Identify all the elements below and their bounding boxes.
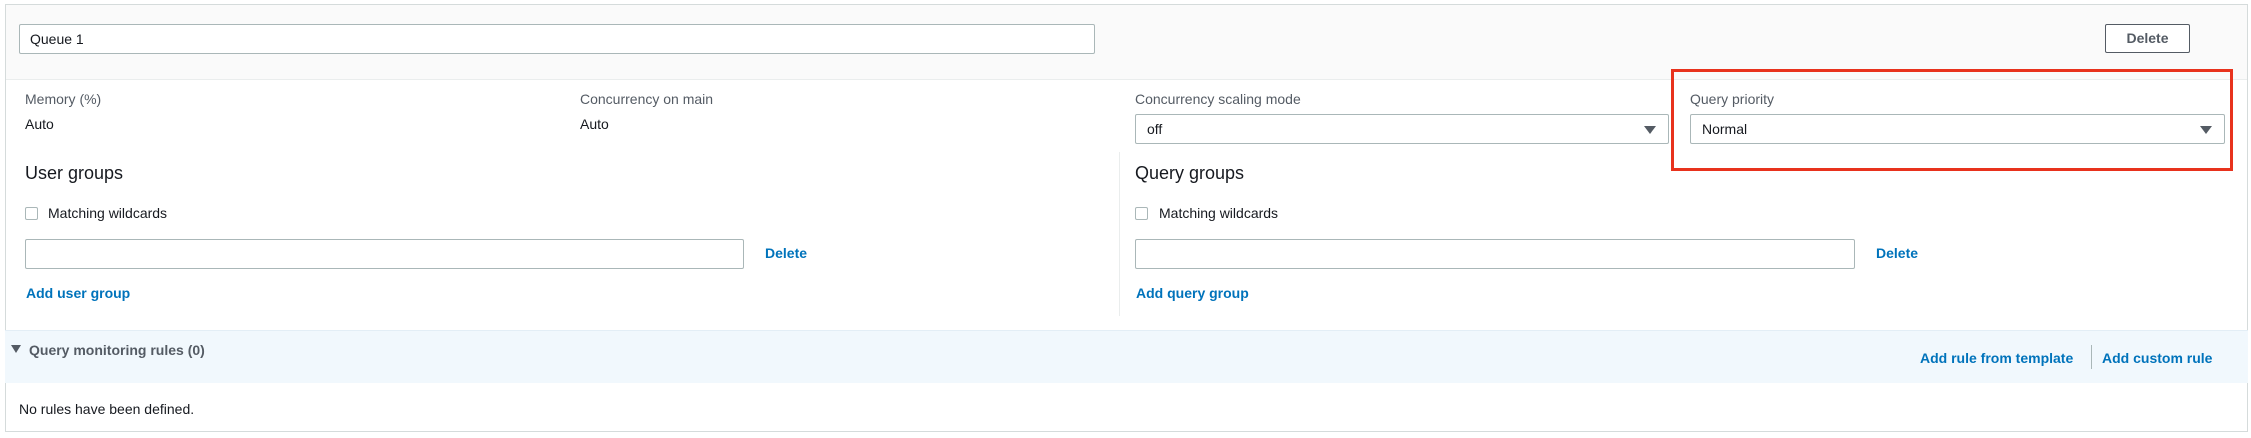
query-group-input[interactable] <box>1135 239 1855 269</box>
link-separator <box>2091 345 2092 369</box>
memory-value: Auto <box>25 116 54 132</box>
column-divider <box>1119 152 1120 316</box>
queue-name-input[interactable] <box>19 24 1095 54</box>
query-groups-wildcards-checkbox[interactable] <box>1135 207 1148 220</box>
delete-user-group-link[interactable]: Delete <box>765 245 807 261</box>
scaling-mode-select[interactable]: off <box>1135 114 1669 144</box>
scaling-mode-value: off <box>1147 121 1163 137</box>
delete-query-group-link[interactable]: Delete <box>1876 245 1918 261</box>
add-rule-from-template-link[interactable]: Add rule from template <box>1920 350 2073 366</box>
expand-caret-icon[interactable] <box>11 345 21 353</box>
query-monitoring-rules-header[interactable]: Query monitoring rules (0) Add rule from… <box>5 330 2248 383</box>
scaling-mode-label: Concurrency scaling mode <box>1135 91 1301 107</box>
add-custom-rule-link[interactable]: Add custom rule <box>2102 350 2212 366</box>
user-group-input[interactable] <box>25 239 744 269</box>
user-groups-wildcards-checkbox[interactable] <box>25 207 38 220</box>
dropdown-arrow-icon <box>1644 126 1656 134</box>
user-groups-wildcards-label: Matching wildcards <box>48 205 168 221</box>
add-query-group-link[interactable]: Add query group <box>1136 285 1249 301</box>
concurrency-label: Concurrency on main <box>580 91 714 107</box>
concurrency-value: Auto <box>580 116 609 132</box>
delete-queue-button[interactable]: Delete <box>2105 24 2190 53</box>
add-user-group-link[interactable]: Add user group <box>26 285 130 301</box>
memory-label: Memory (%) <box>25 91 102 107</box>
query-groups-wildcards-label: Matching wildcards <box>1159 205 1279 221</box>
no-rules-message: No rules have been defined. <box>19 401 195 417</box>
user-groups-title: User groups <box>25 163 124 183</box>
query-groups-title: Query groups <box>1135 163 1245 183</box>
highlight-box <box>1671 69 2233 171</box>
query-monitoring-rules-title[interactable]: Query monitoring rules (0) <box>29 342 205 358</box>
